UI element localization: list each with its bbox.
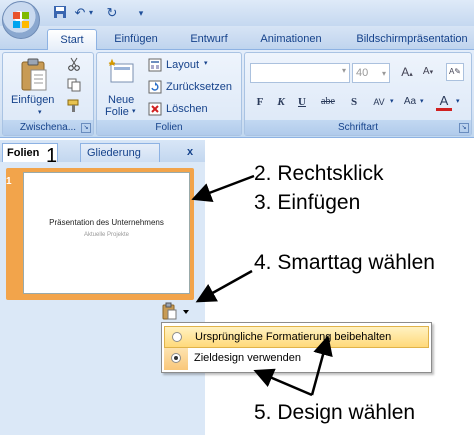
office-button[interactable] (2, 1, 40, 39)
arrow-step-5b (310, 335, 333, 396)
arrow-step-4 (195, 269, 253, 303)
arrow-step-2 (191, 174, 255, 203)
office-logo-icon (13, 12, 29, 28)
arrow-step-5a (253, 368, 313, 397)
annotation-arrows (191, 174, 333, 397)
